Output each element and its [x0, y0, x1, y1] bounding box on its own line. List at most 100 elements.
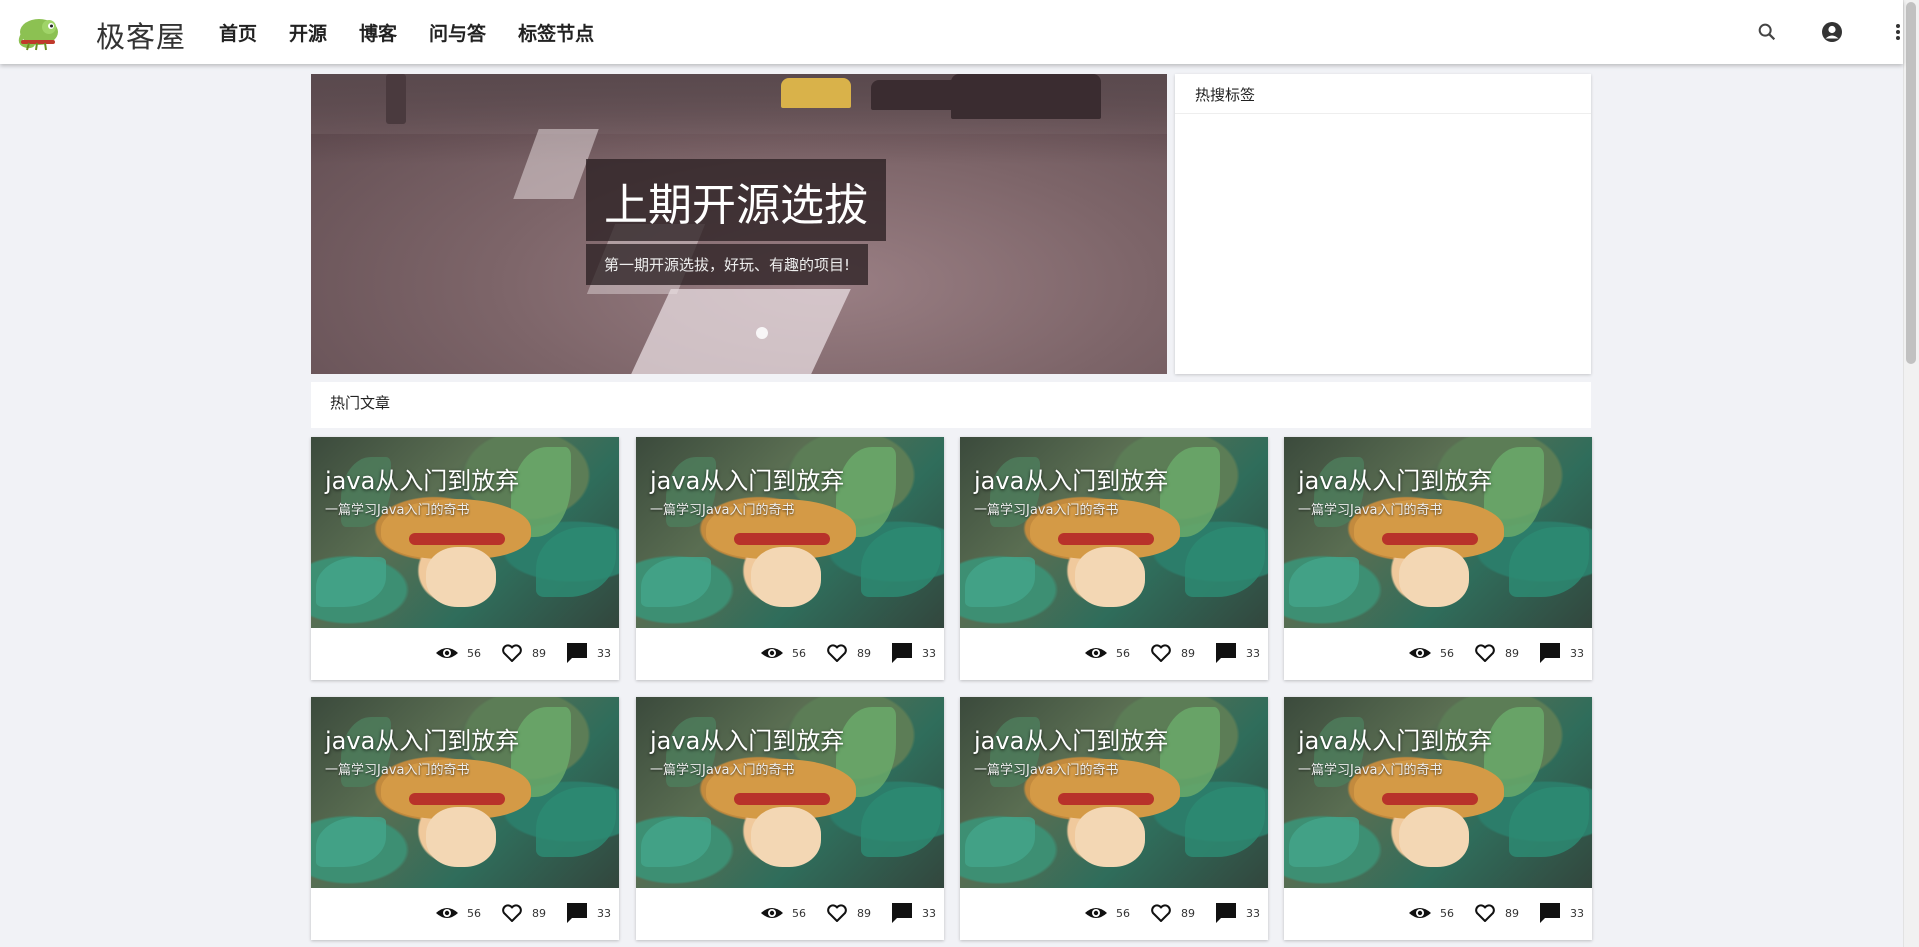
leaf-shape: [1185, 527, 1265, 597]
eye-icon[interactable]: [1084, 901, 1108, 925]
like-count: 89: [1505, 906, 1519, 920]
eye-icon[interactable]: [435, 901, 459, 925]
eye-icon[interactable]: [435, 641, 459, 665]
comment-icon[interactable]: [565, 901, 589, 925]
article-stats: 56 89 33: [435, 641, 611, 665]
heart-icon[interactable]: [1473, 901, 1497, 925]
article-stats: 56 89 33: [760, 901, 936, 925]
heart-icon[interactable]: [500, 901, 524, 925]
article-card[interactable]: java从入门到放弃 一篇学习Java入门的奇书 56 89 33: [960, 437, 1268, 680]
account-circle-icon[interactable]: [1817, 17, 1847, 47]
road-marking: [631, 289, 851, 374]
article-stats: 56 89 33: [435, 901, 611, 925]
article-cover-image[interactable]: java从入门到放弃 一篇学习Java入门的奇书: [960, 697, 1268, 888]
article-cover-image[interactable]: java从入门到放弃 一篇学习Java入门的奇书: [960, 437, 1268, 628]
article-stats: 56 89 33: [1084, 901, 1260, 925]
article-card[interactable]: java从入门到放弃 一篇学习Java入门的奇书 56 89 33: [1284, 437, 1592, 680]
heart-icon[interactable]: [825, 901, 849, 925]
more-vert-icon[interactable]: [1883, 17, 1913, 47]
comment-icon[interactable]: [1214, 641, 1238, 665]
like-count: 89: [532, 646, 546, 660]
leaf-shape: [861, 787, 941, 857]
article-cover-image[interactable]: java从入门到放弃 一篇学习Java入门的奇书: [311, 697, 619, 888]
hat-band-shape: [1058, 793, 1154, 805]
search-icon[interactable]: [1752, 17, 1782, 47]
chameleon-logo-icon[interactable]: [15, 10, 63, 54]
article-card[interactable]: java从入门到放弃 一篇学习Java入门的奇书 56 89 33: [311, 697, 619, 940]
eye-icon[interactable]: [1408, 641, 1432, 665]
nav-blog[interactable]: 博客: [359, 19, 397, 46]
pedestrian-shape: [386, 74, 406, 124]
article-cover-image[interactable]: java从入门到放弃 一篇学习Java入门的奇书: [636, 437, 944, 628]
article-card[interactable]: java从入门到放弃 一篇学习Java入门的奇书 56 89 33: [311, 437, 619, 680]
page-scrollbar[interactable]: [1903, 0, 1919, 947]
hat-band-shape: [1058, 533, 1154, 545]
leaf-shape: [1289, 557, 1359, 607]
carousel-indicator-dot[interactable]: [756, 327, 768, 339]
eye-icon[interactable]: [760, 901, 784, 925]
comment-icon[interactable]: [890, 901, 914, 925]
article-card[interactable]: java从入门到放弃 一篇学习Java入门的奇书 56 89 33: [1284, 697, 1592, 940]
leaf-shape: [861, 527, 941, 597]
comment-icon[interactable]: [1538, 641, 1562, 665]
character-face-shape: [1075, 547, 1145, 607]
comment-icon[interactable]: [890, 641, 914, 665]
eye-icon[interactable]: [760, 641, 784, 665]
leaf-shape: [316, 817, 386, 867]
leaf-shape: [1185, 787, 1265, 857]
slide-caption: 上期开源选拔 第一期开源选拔，好玩、有趣的项目!: [586, 159, 886, 285]
article-card[interactable]: java从入门到放弃 一篇学习Java入门的奇书 56 89 33: [960, 697, 1268, 940]
article-cover-image[interactable]: java从入门到放弃 一篇学习Java入门的奇书: [311, 437, 619, 628]
view-count: 56: [467, 906, 481, 920]
article-stats: 56 89 33: [1408, 901, 1584, 925]
article-title: java从入门到放弃: [974, 467, 1169, 495]
brand-name[interactable]: 极客屋: [96, 14, 186, 56]
comment-count: 33: [922, 906, 936, 920]
hero-carousel[interactable]: 上期开源选拔 第一期开源选拔，好玩、有趣的项目!: [311, 74, 1167, 374]
hat-band-shape: [1382, 533, 1478, 545]
article-title: java从入门到放弃: [1298, 727, 1493, 755]
view-count: 56: [1440, 906, 1454, 920]
eye-icon[interactable]: [1084, 641, 1108, 665]
hat-band-shape: [409, 533, 505, 545]
nav-open-source[interactable]: 开源: [289, 19, 327, 46]
article-title: java从入门到放弃: [650, 467, 845, 495]
nav-tag-nodes[interactable]: 标签节点: [518, 19, 594, 46]
article-cover-image[interactable]: java从入门到放弃 一篇学习Java入门的奇书: [1284, 697, 1592, 888]
comment-count: 33: [597, 906, 611, 920]
like-count: 89: [1181, 646, 1195, 660]
article-title: java从入门到放弃: [325, 727, 520, 755]
heart-icon[interactable]: [1473, 641, 1497, 665]
car-shape: [951, 74, 1101, 119]
nav-home[interactable]: 首页: [219, 19, 257, 46]
scrollbar-thumb[interactable]: [1906, 2, 1916, 364]
heart-icon[interactable]: [1149, 901, 1173, 925]
heart-icon[interactable]: [825, 641, 849, 665]
article-cover-image[interactable]: java从入门到放弃 一篇学习Java入门的奇书: [636, 697, 944, 888]
eye-icon[interactable]: [1408, 901, 1432, 925]
hot-tags-title: 热搜标签: [1175, 74, 1591, 114]
nav-qa[interactable]: 问与答: [429, 19, 486, 46]
article-cover-image[interactable]: java从入门到放弃 一篇学习Java入门的奇书: [1284, 437, 1592, 628]
article-card[interactable]: java从入门到放弃 一篇学习Java入门的奇书 56 89 33: [636, 697, 944, 940]
comment-icon[interactable]: [1538, 901, 1562, 925]
character-face-shape: [426, 807, 496, 867]
comment-count: 33: [1570, 646, 1584, 660]
main-nav: 首页 开源 博客 问与答 标签节点: [219, 0, 626, 64]
article-title: java从入门到放弃: [1298, 467, 1493, 495]
view-count: 56: [1116, 646, 1130, 660]
view-count: 56: [792, 646, 806, 660]
article-card[interactable]: java从入门到放弃 一篇学习Java入门的奇书 56 89 33: [636, 437, 944, 680]
leaf-shape: [1509, 527, 1589, 597]
like-count: 89: [857, 646, 871, 660]
leaf-shape: [641, 817, 711, 867]
leaf-shape: [316, 557, 386, 607]
comment-icon[interactable]: [1214, 901, 1238, 925]
comment-count: 33: [1246, 906, 1260, 920]
heart-icon[interactable]: [500, 641, 524, 665]
comment-count: 33: [922, 646, 936, 660]
comment-icon[interactable]: [565, 641, 589, 665]
heart-icon[interactable]: [1149, 641, 1173, 665]
character-face-shape: [1075, 807, 1145, 867]
leaf-shape: [965, 557, 1035, 607]
